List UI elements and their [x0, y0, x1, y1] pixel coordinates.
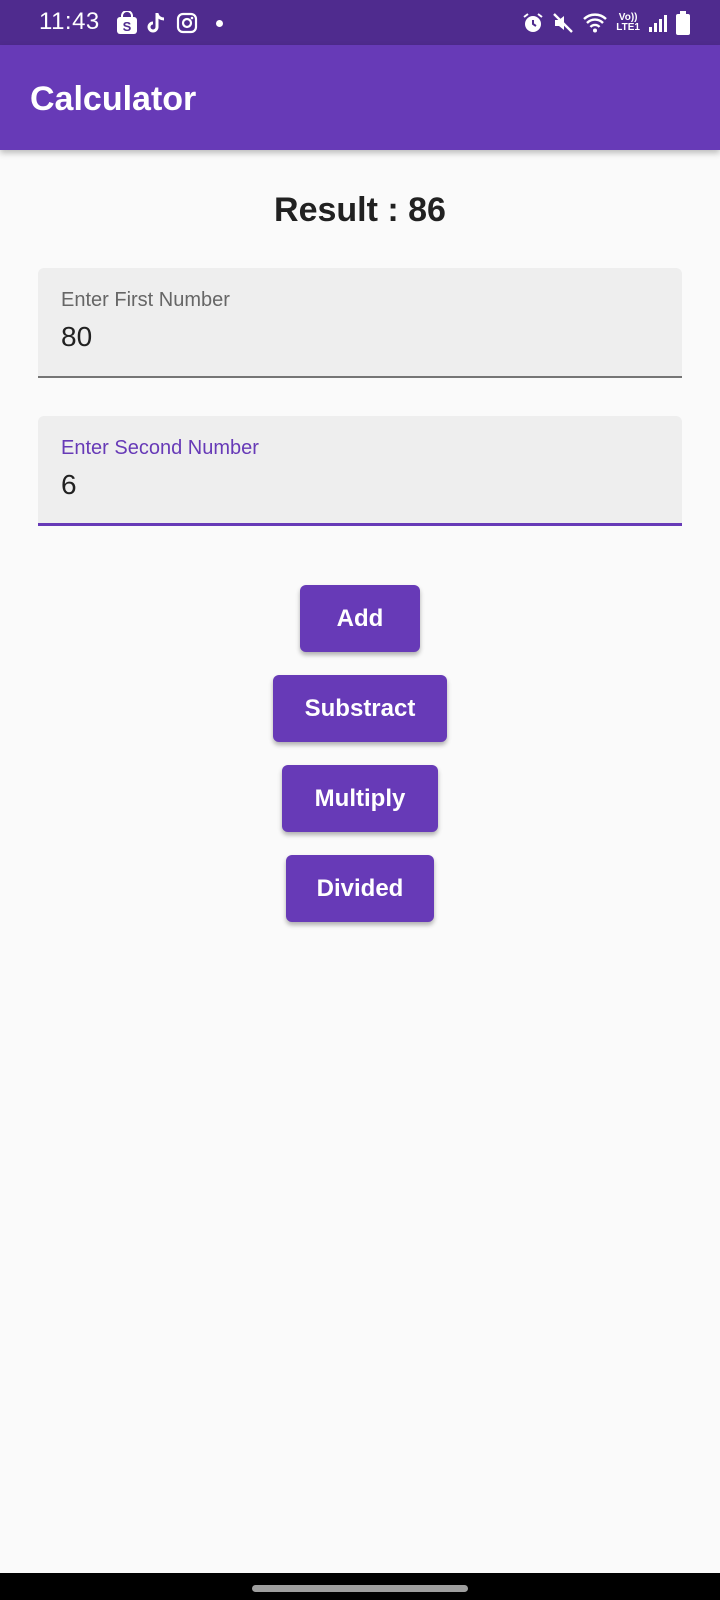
app-title: Calculator	[30, 80, 197, 118]
navigation-bar	[0, 1573, 720, 1600]
first-number-label: Enter First Number	[61, 289, 230, 311]
volte-label-bottom: LTE1	[616, 22, 640, 33]
result-text: Result : 86	[274, 191, 446, 229]
first-number-field[interactable]: Enter First Number	[38, 268, 682, 378]
multiply-button[interactable]: Multiply	[282, 765, 438, 832]
status-icons-left: S	[116, 10, 223, 36]
instagram-icon	[176, 12, 198, 34]
volte-indicator: Vo)) LTE1	[616, 13, 640, 33]
signal-icon	[648, 13, 668, 33]
second-number-input[interactable]	[61, 468, 651, 502]
mute-icon	[552, 12, 574, 34]
first-number-input[interactable]	[61, 320, 651, 354]
subtract-button[interactable]: Substract	[273, 675, 447, 742]
wifi-icon	[582, 12, 608, 34]
status-icons-right: Vo)) LTE1	[522, 10, 690, 36]
status-bar: 11:43 S Vo)) LTE1	[0, 0, 720, 45]
tiktok-icon	[146, 11, 168, 35]
second-number-field[interactable]: Enter Second Number	[38, 416, 682, 526]
divide-button[interactable]: Divided	[286, 855, 434, 922]
notification-dot-icon	[216, 19, 223, 27]
add-button[interactable]: Add	[300, 585, 420, 652]
second-number-label: Enter Second Number	[61, 437, 259, 459]
alarm-icon	[522, 12, 544, 34]
shop-icon: S	[116, 11, 138, 35]
battery-icon	[676, 11, 690, 35]
home-gesture-handle[interactable]	[252, 1585, 468, 1592]
svg-text:S: S	[123, 19, 132, 34]
status-time: 11:43	[39, 8, 100, 35]
app-bar: Calculator	[0, 45, 720, 150]
